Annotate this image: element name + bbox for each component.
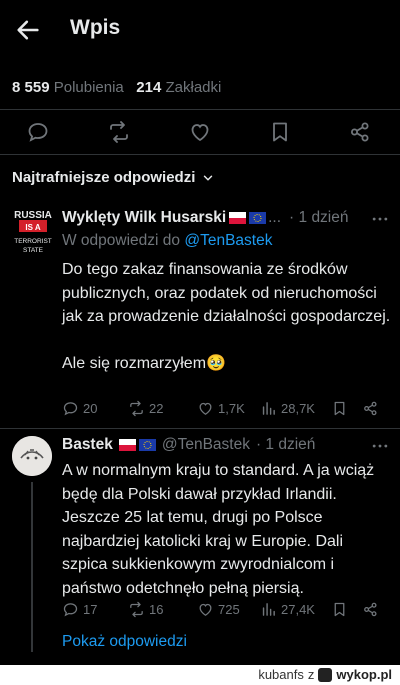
author-name[interactable]: Bastek xyxy=(62,436,113,454)
reply-count: 20 xyxy=(83,401,98,416)
replying-to: W odpowiedzi do @TenBastek xyxy=(62,232,272,250)
poland-flag-icon xyxy=(118,439,136,451)
share-icon[interactable] xyxy=(348,120,372,144)
reply-icon xyxy=(63,603,78,617)
avatar[interactable] xyxy=(12,436,52,476)
like-button[interactable]: 725 xyxy=(197,601,240,618)
eu-flag-icon xyxy=(138,439,156,451)
avatar-text-line: STATE xyxy=(23,247,44,254)
back-arrow-icon[interactable] xyxy=(14,16,42,44)
more-options-icon[interactable] xyxy=(370,436,390,456)
repost-count: 22 xyxy=(149,401,164,416)
reply-action-bar: 20 22 1,7K 28,7K xyxy=(62,400,392,420)
avatar[interactable]: RUSSIA IS A TERRORIST STATE xyxy=(12,206,54,260)
watermark-user: kubanfs xyxy=(258,667,304,682)
reply-header: Wyklęty Wilk Husarski ... · 1 dzień xyxy=(62,209,349,227)
chevron-down-icon xyxy=(204,175,213,181)
avatar-text-line: TERRORIST xyxy=(14,238,52,245)
reply-button[interactable]: 17 xyxy=(62,601,97,618)
repost-button[interactable]: 22 xyxy=(128,400,163,417)
divider xyxy=(0,154,400,155)
timestamp[interactable]: · 1 dzień xyxy=(289,209,348,227)
bookmark-icon[interactable] xyxy=(331,601,348,618)
like-count: 725 xyxy=(218,602,240,617)
watermark-prefix: z xyxy=(307,667,315,682)
avatar-text-line: RUSSIA xyxy=(14,210,52,221)
like-button[interactable]: 1,7K xyxy=(197,400,245,417)
reply-text: A w normalnym kraju to standard. A ja wc… xyxy=(62,462,375,597)
views-count: 28,7K xyxy=(281,401,315,416)
replying-to-handle[interactable]: @TenBastek xyxy=(184,232,272,249)
bookmarks-count[interactable]: 214 xyxy=(136,79,161,96)
repost-icon[interactable] xyxy=(107,120,131,144)
poland-flag-icon xyxy=(229,212,247,224)
divider xyxy=(0,428,400,429)
repost-button[interactable]: 16 xyxy=(128,601,163,618)
sort-label: Najtrafniejsze odpowiedzi xyxy=(12,169,196,186)
repost-count: 16 xyxy=(149,602,164,617)
reply-text: Do tego zakaz finansowania ze środków pu… xyxy=(62,261,391,372)
replying-prefix: W odpowiedzi do xyxy=(62,232,181,249)
post-action-bar xyxy=(0,110,400,154)
share-icon[interactable] xyxy=(362,601,379,618)
likes-label[interactable]: Polubienia xyxy=(54,79,124,96)
like-count: 1,7K xyxy=(218,401,245,416)
handle-truncated: ... xyxy=(268,209,282,226)
heart-icon xyxy=(199,603,212,616)
views-chart-icon xyxy=(262,402,275,415)
share-icon[interactable] xyxy=(362,400,379,417)
watermark: kubanfs z wykop.pl xyxy=(258,667,392,682)
repost-icon xyxy=(130,601,143,618)
views-button[interactable]: 28,7K xyxy=(260,400,315,417)
heart-icon xyxy=(199,402,212,415)
bookmark-icon[interactable] xyxy=(268,120,292,144)
eu-flag-icon xyxy=(249,212,267,224)
sort-replies-dropdown[interactable]: Najtrafniejsze odpowiedzi xyxy=(12,169,215,186)
views-chart-icon xyxy=(262,603,275,616)
avatar-text-line: IS A xyxy=(25,223,40,232)
views-count: 27,4K xyxy=(281,602,315,617)
reply-action-bar: 17 16 725 27,4K xyxy=(62,601,392,621)
author-handle[interactable]: @TenBastek xyxy=(162,436,250,454)
wykop-logo-icon xyxy=(318,667,333,682)
views-button[interactable]: 27,4K xyxy=(260,601,315,618)
timestamp[interactable]: · 1 dzień xyxy=(256,436,315,454)
show-replies-link[interactable]: Pokaż odpowiedzi xyxy=(62,633,187,651)
watermark-bar: kubanfs z wykop.pl xyxy=(0,665,400,685)
thread-line xyxy=(31,482,33,652)
avatar-image xyxy=(12,436,52,476)
post-stats: 8 559 Polubienia 214 Zakładki xyxy=(12,79,221,96)
reply-button[interactable]: 20 xyxy=(62,400,97,417)
bookmark-icon[interactable] xyxy=(331,400,348,417)
repost-icon xyxy=(130,400,143,417)
page-title: Wpis xyxy=(70,16,121,39)
heart-icon[interactable] xyxy=(188,120,212,144)
reply-icon xyxy=(63,402,78,416)
likes-count[interactable]: 8 559 xyxy=(12,79,50,96)
bookmarks-label[interactable]: Zakładki xyxy=(166,79,222,96)
author-name[interactable]: Wyklęty Wilk Husarski xyxy=(62,209,226,227)
reply-header: Bastek @TenBastek · 1 dzień xyxy=(62,436,315,454)
top-bar: Wpis xyxy=(0,0,400,60)
more-options-icon[interactable] xyxy=(370,209,390,229)
reply-icon[interactable] xyxy=(26,120,50,144)
reply-count: 17 xyxy=(83,602,98,617)
watermark-brand: wykop.pl xyxy=(336,667,392,682)
